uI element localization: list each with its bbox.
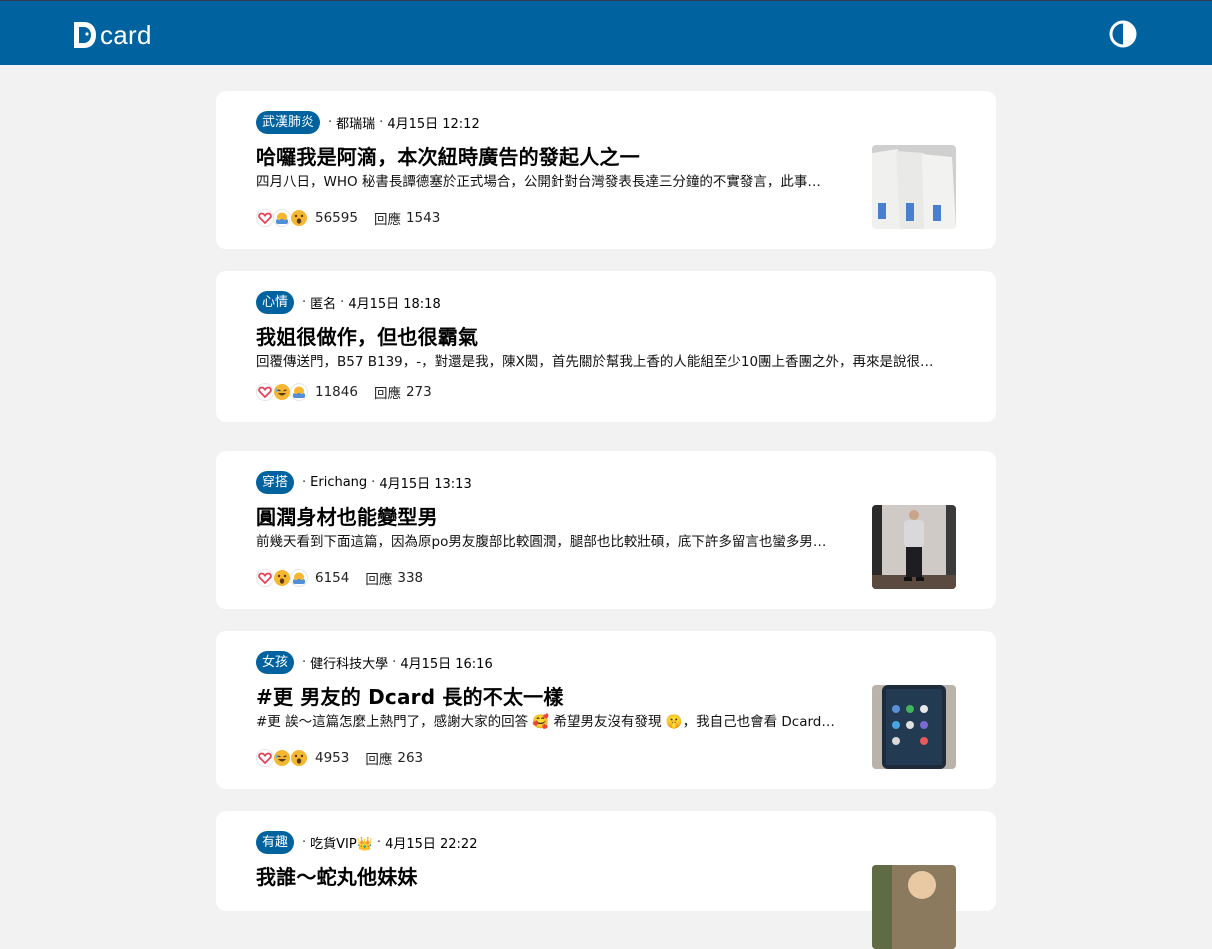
reply-count: 273 <box>405 384 432 400</box>
meta-separator: · <box>328 114 333 130</box>
dcard-logo[interactable]: card <box>73 19 152 49</box>
post-stats: 6154 回應 338 <box>256 568 423 588</box>
meta-separator: · <box>340 294 345 310</box>
reply-count: 338 <box>397 570 424 586</box>
wow-reaction-icon <box>290 749 308 767</box>
post-card[interactable]: 有趣 · 吃貨VIP👑 · 4月15日 22:22 我誰～蛇丸他妹妹 <box>216 811 996 949</box>
post-time: 4月15日 22:22 <box>385 836 478 852</box>
bow-reaction-icon <box>273 209 291 227</box>
reply-label: 回應 <box>365 752 393 768</box>
reaction-icons <box>256 209 308 227</box>
post-meta: 女孩 · 健行科技大學 · 4月15日 16:16 <box>256 650 493 674</box>
post-thumbnail[interactable] <box>872 505 956 589</box>
meta-separator: · <box>392 654 397 670</box>
forum-badge[interactable]: 女孩 <box>256 650 295 674</box>
post-author: Erichang <box>310 474 368 490</box>
reaction-icons <box>256 383 308 401</box>
like-count: 56595 <box>315 210 358 226</box>
post-title[interactable]: #更 男友的 Dcard 長的不太一樣 <box>256 684 564 710</box>
post-meta: 有趣 · 吃貨VIP👑 · 4月15日 22:22 <box>256 830 477 854</box>
wow-reaction-icon <box>290 209 308 227</box>
post-meta: 武漢肺炎 · 都瑞瑞 · 4月15日 12:12 <box>256 110 480 134</box>
post-author: 都瑞瑞 <box>336 116 376 132</box>
meta-separator: · <box>302 294 307 310</box>
post-thumbnail[interactable] <box>872 685 956 769</box>
reply-count: 263 <box>397 750 424 766</box>
laugh-reaction-icon <box>273 749 291 767</box>
forum-badge[interactable]: 有趣 <box>256 830 295 854</box>
heart-reaction-icon <box>256 209 274 227</box>
wow-reaction-icon <box>273 569 291 587</box>
dark-mode-toggle[interactable] <box>1109 20 1137 48</box>
top-navigation-bar: card <box>0 0 1212 65</box>
thumbnail-image <box>872 505 956 589</box>
like-count: 11846 <box>315 384 358 400</box>
like-count: 6154 <box>315 570 350 586</box>
like-count: 4953 <box>315 750 350 766</box>
post-time: 4月15日 16:16 <box>400 656 493 672</box>
post-stats: 11846 回應 273 <box>256 382 432 402</box>
post-excerpt: 前幾天看到下面這篇，因為原po男友腹部比較圓潤，腿部也比較壯碩，底下許多留言也蠻… <box>256 534 827 550</box>
post-stats: 56595 回應 1543 <box>256 208 440 228</box>
post-title[interactable]: 哈囉我是阿滴，本次紐時廣告的發起人之一 <box>256 144 640 170</box>
reply-label: 回應 <box>373 386 401 402</box>
forum-badge[interactable]: 武漢肺炎 <box>256 110 321 134</box>
meta-separator: · <box>371 474 376 490</box>
meta-separator: · <box>379 114 384 130</box>
post-author: 吃貨VIP👑 <box>310 836 373 852</box>
logo-text: card <box>100 20 152 50</box>
meta-separator: · <box>302 474 307 490</box>
post-meta: 心情 · 匿名 · 4月15日 18:18 <box>256 290 441 314</box>
thumbnail-image <box>872 685 956 769</box>
reaction-icons <box>256 749 308 767</box>
post-author: 健行科技大學 <box>310 656 389 672</box>
post-card[interactable]: 女孩 · 健行科技大學 · 4月15日 16:16 #更 男友的 Dcard 長… <box>216 631 996 789</box>
post-stats: 4953 回應 263 <box>256 748 423 768</box>
post-thumbnail[interactable] <box>872 865 956 949</box>
bow-reaction-icon <box>290 383 308 401</box>
heart-reaction-icon <box>256 569 274 587</box>
meta-separator: · <box>302 834 307 850</box>
post-meta: 穿搭 · Erichang · 4月15日 13:13 <box>256 470 472 494</box>
post-title[interactable]: 我誰～蛇丸他妹妹 <box>256 864 418 890</box>
post-excerpt: #更 誒～這篇怎麼上熱門了，感謝大家的回答 🥰 希望男友沒有發現 🤫，我自己也會… <box>256 714 835 730</box>
forum-badge[interactable]: 心情 <box>256 290 295 314</box>
post-thumbnail[interactable] <box>872 145 956 229</box>
thumbnail-image <box>872 865 956 949</box>
post-title[interactable]: 圓潤身材也能變型男 <box>256 504 438 530</box>
post-title[interactable]: 我姐很做作，但也很霸氣 <box>256 324 478 350</box>
heart-reaction-icon <box>256 383 274 401</box>
bow-reaction-icon <box>290 569 308 587</box>
post-excerpt: 四月八日，WHO 秘書長譚德塞於正式場合，公開針對台灣發表長達三分鐘的不實發言，… <box>256 174 821 190</box>
post-time: 4月15日 12:12 <box>387 116 480 132</box>
heart-reaction-icon <box>256 749 274 767</box>
reaction-icons <box>256 569 308 587</box>
meta-separator: · <box>302 654 307 670</box>
post-time: 4月15日 13:13 <box>379 476 472 492</box>
reply-label: 回應 <box>365 572 393 588</box>
forum-badge[interactable]: 穿搭 <box>256 470 295 494</box>
dcard-logo-icon <box>74 22 96 48</box>
meta-separator: · <box>376 834 382 850</box>
laugh-reaction-icon <box>273 383 291 401</box>
post-card[interactable]: 穿搭 · Erichang · 4月15日 13:13 圓潤身材也能變型男 前幾… <box>216 451 996 609</box>
post-card[interactable]: 武漢肺炎 · 都瑞瑞 · 4月15日 12:12 哈囉我是阿滴，本次紐時廣告的發… <box>216 91 996 249</box>
post-card[interactable]: 心情 · 匿名 · 4月15日 18:18 我姐很做作，但也很霸氣 回覆傳送門，… <box>216 271 996 422</box>
post-author: 匿名 <box>310 296 337 312</box>
thumbnail-image <box>872 145 956 229</box>
reply-label: 回應 <box>373 212 401 228</box>
post-time: 4月15日 18:18 <box>348 296 441 312</box>
reply-count: 1543 <box>405 210 441 226</box>
post-excerpt: 回覆傳送門，B57 B139，-，對還是我，陳X閎，首先關於幫我上香的人能組至少… <box>256 354 934 370</box>
contrast-icon <box>1109 20 1137 48</box>
